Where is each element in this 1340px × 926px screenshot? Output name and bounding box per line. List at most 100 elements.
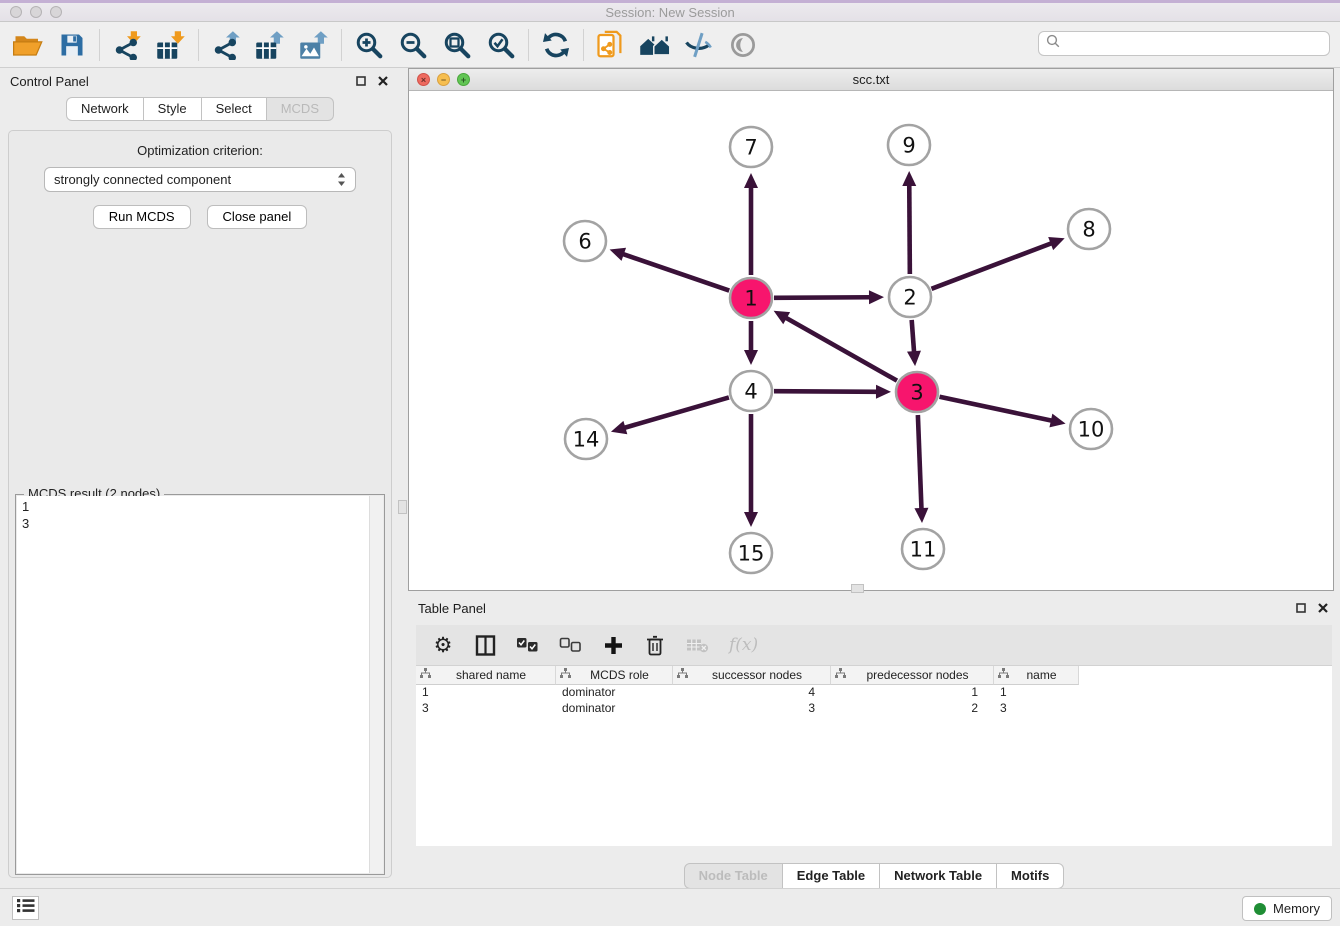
graph-node-15[interactable]: 15: [730, 533, 772, 573]
close-panel-button[interactable]: Close panel: [207, 205, 308, 229]
window-title: Session: New Session: [0, 5, 1340, 20]
graph-node-11[interactable]: 11: [902, 529, 944, 569]
table-row[interactable]: 3dominator323: [416, 701, 1332, 717]
tab-style[interactable]: Style: [144, 97, 202, 121]
zoom-fit-icon[interactable]: [435, 25, 479, 65]
open-file-icon[interactable]: [6, 25, 50, 65]
graph-node-6[interactable]: 6: [564, 221, 606, 261]
criterion-dropdown[interactable]: strongly connected component: [44, 167, 356, 192]
close-table-panel-icon[interactable]: [1318, 603, 1328, 613]
graph-node-7[interactable]: 7: [730, 127, 772, 167]
delete-row-icon[interactable]: [644, 633, 666, 657]
edge-3-1[interactable]: [774, 311, 897, 381]
edge-4-14[interactable]: [611, 397, 729, 434]
close-panel-icon[interactable]: [378, 76, 388, 86]
refresh-icon[interactable]: [534, 25, 578, 65]
graph-node-9[interactable]: 9: [888, 125, 930, 165]
graph-node-14[interactable]: 14: [565, 419, 607, 459]
function-icon: f(x): [729, 633, 758, 657]
show-all-icon[interactable]: [721, 25, 765, 65]
network-canvas[interactable]: 7 9 6 8 1 2 4 3 14 10 15 11: [409, 91, 1333, 590]
result-scrollbar[interactable]: [369, 496, 383, 873]
edge-4-3[interactable]: [774, 385, 891, 399]
tab-mcds[interactable]: MCDS: [267, 97, 334, 121]
tab-network[interactable]: Network: [66, 97, 144, 121]
gear-icon[interactable]: ⚙: [432, 633, 454, 657]
mcds-result-text[interactable]: 1 3: [17, 496, 369, 873]
edge-1-7[interactable]: [744, 173, 758, 275]
table-body: 1dominator4113dominator323: [416, 685, 1332, 717]
svg-text:14: 14: [573, 428, 600, 452]
home-icon[interactable]: [633, 25, 677, 65]
svg-text:6: 6: [578, 230, 591, 254]
columns-icon[interactable]: [474, 633, 496, 657]
status-bar: Memory: [0, 888, 1340, 926]
svg-text:9: 9: [902, 134, 915, 158]
add-row-icon[interactable]: [602, 633, 624, 657]
svg-text:3: 3: [910, 381, 923, 405]
task-history-button[interactable]: [12, 896, 39, 920]
zoom-in-icon[interactable]: [347, 25, 391, 65]
table-panel-header: Table Panel: [408, 595, 1340, 621]
graph-node-2[interactable]: 2: [889, 277, 931, 317]
save-icon[interactable]: [50, 25, 94, 65]
zoom-selected-icon[interactable]: [479, 25, 523, 65]
tree-icon: [835, 668, 846, 682]
tab-select[interactable]: Select: [202, 97, 267, 121]
import-table-icon[interactable]: [149, 25, 193, 65]
mcds-panel: Optimization criterion: strongly connect…: [8, 130, 392, 878]
hide-selected-icon[interactable]: [677, 25, 721, 65]
graph-node-4[interactable]: 4: [730, 371, 772, 411]
column-header-shared-name[interactable]: shared name: [416, 666, 556, 685]
column-header-predecessor-nodes[interactable]: predecessor nodes: [831, 666, 994, 685]
tab-node-table[interactable]: Node Table: [684, 863, 783, 889]
deselect-all-icon[interactable]: [559, 633, 582, 657]
column-header-successor-nodes[interactable]: successor nodes: [673, 666, 831, 685]
export-network-icon[interactable]: [204, 25, 248, 65]
graph-node-3[interactable]: 3: [896, 372, 938, 412]
edge-1-4[interactable]: [744, 321, 758, 365]
edge-3-10[interactable]: [939, 397, 1065, 428]
float-table-panel-icon[interactable]: [1296, 603, 1306, 613]
search-input[interactable]: [1065, 36, 1322, 51]
network-view-window: scc.txt 7968124314101511: [408, 68, 1334, 591]
edge-2-9[interactable]: [902, 171, 916, 274]
float-panel-icon[interactable]: [356, 76, 366, 86]
search-icon: [1046, 34, 1060, 53]
import-network-icon[interactable]: [105, 25, 149, 65]
toolbar-separator: [198, 29, 199, 61]
edge-3-11[interactable]: [914, 415, 928, 523]
export-table-icon[interactable]: [248, 25, 292, 65]
clone-network-icon[interactable]: [589, 25, 633, 65]
table-cell: dominator: [556, 701, 673, 717]
zoom-out-icon[interactable]: [391, 25, 435, 65]
graph-node-1[interactable]: 1: [730, 278, 772, 318]
vertical-splitter-grip[interactable]: [398, 500, 407, 514]
edge-1-6[interactable]: [610, 248, 730, 291]
tree-icon: [420, 668, 431, 682]
delete-table-icon: [686, 633, 709, 657]
tab-edge-table[interactable]: Edge Table: [783, 863, 880, 889]
memory-button[interactable]: Memory: [1242, 896, 1332, 921]
column-header-name[interactable]: name: [994, 666, 1079, 685]
export-image-icon[interactable]: [292, 25, 336, 65]
column-header-MCDS-role[interactable]: MCDS role: [556, 666, 673, 685]
select-all-icon[interactable]: [516, 633, 539, 657]
graph-node-10[interactable]: 10: [1070, 409, 1112, 449]
edge-4-15[interactable]: [744, 414, 758, 527]
edge-2-8[interactable]: [932, 237, 1065, 289]
tab-motifs[interactable]: Motifs: [997, 863, 1064, 889]
tab-network-table[interactable]: Network Table: [880, 863, 997, 889]
svg-text:15: 15: [738, 542, 765, 566]
svg-text:4: 4: [744, 380, 757, 404]
memory-status-icon: [1254, 903, 1266, 915]
edge-1-2[interactable]: [774, 290, 884, 304]
run-mcds-button[interactable]: Run MCDS: [93, 205, 191, 229]
edge-2-3[interactable]: [907, 320, 921, 366]
table-cell: 3: [994, 701, 1079, 717]
control-panel-title: Control Panel: [10, 74, 89, 89]
graph-node-8[interactable]: 8: [1068, 209, 1110, 249]
table-row[interactable]: 1dominator411: [416, 685, 1332, 701]
horizontal-splitter-grip[interactable]: [851, 584, 864, 593]
search-box[interactable]: [1038, 31, 1330, 56]
